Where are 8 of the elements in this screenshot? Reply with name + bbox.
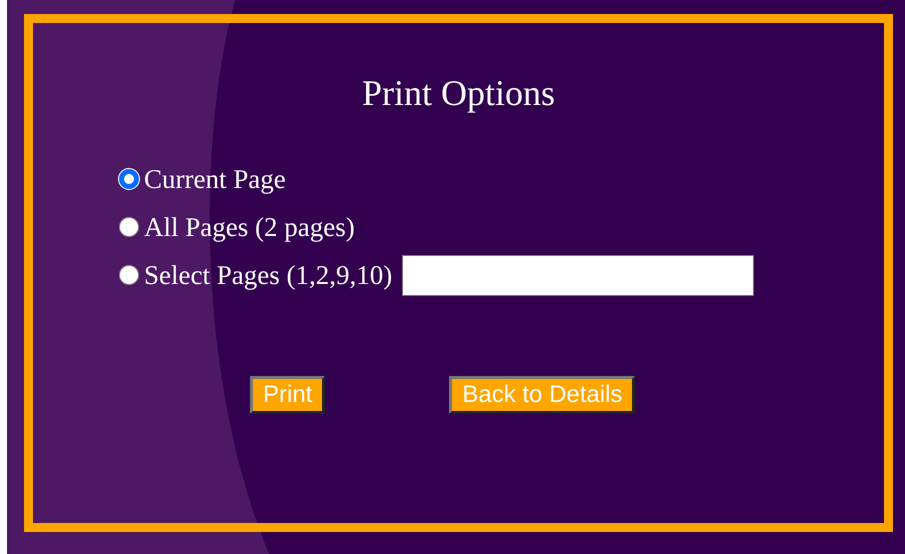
print-button[interactable]: Print (250, 376, 326, 414)
option-label: Current Page (144, 164, 286, 194)
radio-button[interactable] (119, 169, 139, 189)
option-label: Select Pages (1,2,9,10) (144, 260, 392, 290)
option-label: All Pages (2 pages) (144, 212, 355, 242)
dialog-title: Print Options (360, 72, 556, 115)
pages-input-field[interactable] (402, 254, 754, 296)
back-button[interactable]: Back to Details (449, 376, 636, 414)
